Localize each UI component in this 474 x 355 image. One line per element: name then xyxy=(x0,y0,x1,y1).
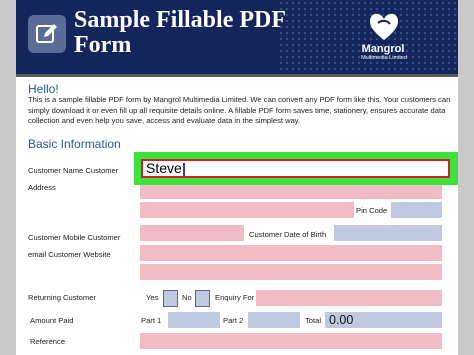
logo-subtitle: Multimedia Limited xyxy=(361,55,407,61)
dob-label: Customer Date of Birth xyxy=(249,230,327,239)
dob-field[interactable] xyxy=(334,225,442,241)
email-website-label: email Customer Website xyxy=(28,250,111,259)
address-line-2-field[interactable] xyxy=(140,202,354,218)
customer-name-input[interactable]: Steve xyxy=(141,159,450,178)
section-heading: Basic Information xyxy=(28,137,121,151)
edit-icon xyxy=(28,15,66,53)
header-banner: Sample Fillable PDF Form Mangrol Multime… xyxy=(16,0,458,74)
email-field[interactable] xyxy=(140,245,442,261)
total-value: 0.00 xyxy=(329,313,354,327)
website-field[interactable] xyxy=(140,264,442,280)
pin-code-label: Pin Code xyxy=(356,206,388,215)
mobile-label: Customer Mobile Customer xyxy=(28,233,121,242)
yes-label: Yes xyxy=(146,293,159,302)
pin-code-field[interactable] xyxy=(391,202,442,218)
header-divider xyxy=(16,74,458,77)
customer-name-label: Customer Name Customer xyxy=(28,166,119,175)
part1-label: Part 1 xyxy=(141,316,162,325)
intro-text: This is a sample fillable PDF form by Ma… xyxy=(28,95,451,126)
returning-customer-label: Returning Customer xyxy=(28,293,96,302)
no-label: No xyxy=(182,293,192,302)
reference-field[interactable] xyxy=(140,333,442,349)
enquiry-field[interactable] xyxy=(256,290,442,306)
reference-label: Reference xyxy=(30,337,66,346)
mobile-field[interactable] xyxy=(140,225,244,241)
customer-name-value: Steve xyxy=(146,160,182,176)
part2-label: Part 2 xyxy=(223,316,244,325)
text-caret xyxy=(182,162,185,176)
total-label: Total xyxy=(305,316,322,325)
part2-field[interactable] xyxy=(248,312,300,328)
heart-logo-icon xyxy=(369,13,399,40)
logo-name: Mangrol xyxy=(361,43,405,55)
address-line-1-field[interactable] xyxy=(140,183,442,199)
greeting: Hello! xyxy=(28,82,59,96)
yes-checkbox[interactable] xyxy=(163,290,178,307)
part1-field[interactable] xyxy=(168,312,220,328)
amount-paid-label: Amount Paid xyxy=(30,316,74,325)
form-title: Sample Fillable PDF Form xyxy=(74,7,286,58)
enquiry-label: Enquiry For xyxy=(215,293,255,302)
address-label: Address xyxy=(28,183,56,192)
no-checkbox[interactable] xyxy=(195,290,210,307)
